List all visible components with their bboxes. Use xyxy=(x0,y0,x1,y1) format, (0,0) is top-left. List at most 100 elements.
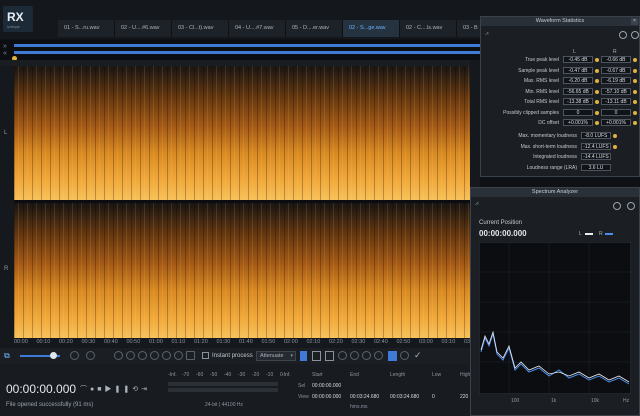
pencil-tool-icon[interactable]: ✓ xyxy=(414,350,422,361)
instant-process-checkbox[interactable] xyxy=(202,352,209,359)
loudness-label: Loudness range (LRA) xyxy=(526,164,577,171)
waveform-view-icon[interactable]: ⧉ xyxy=(4,351,14,361)
tab-5[interactable]: 02 - S...ge.wav xyxy=(343,20,400,37)
time-tick: 03:00 xyxy=(419,339,433,345)
zoom-fit-icon[interactable] xyxy=(150,351,159,360)
warning-icon xyxy=(633,121,637,125)
sel-start-field[interactable]: 00:00:00.000 xyxy=(312,383,341,389)
stat-value-right: -13.11 dB xyxy=(601,98,631,105)
zoom-in-icon[interactable] xyxy=(114,351,123,360)
pause-icon[interactable]: ❚❚ xyxy=(114,386,132,393)
tab-1[interactable]: 02 - U....#6.wav xyxy=(115,20,172,37)
magic-wand-icon[interactable] xyxy=(362,351,371,360)
loop-icon[interactable]: ⟲ xyxy=(132,386,141,393)
time-tick: 01:50 xyxy=(261,339,276,345)
pointer-tool-icon[interactable] xyxy=(388,351,397,361)
frequency-selection-tool-icon[interactable] xyxy=(312,351,321,361)
tab-4[interactable]: 05 - D....er.wav xyxy=(286,20,343,37)
channel-label-left: L xyxy=(4,130,8,136)
loudness-value: 3.6 LU xyxy=(581,163,611,171)
warning-icon xyxy=(595,58,599,62)
time-tick: 02:10 xyxy=(306,339,321,345)
skip-end-icon[interactable]: ⇥ xyxy=(141,386,150,393)
stat-value-right: +0.001% xyxy=(601,119,631,126)
play-icon[interactable]: ▶ xyxy=(104,386,114,393)
zoom-out-icon[interactable] xyxy=(126,351,135,360)
warning-icon xyxy=(595,121,599,125)
time-tick: 00:50 xyxy=(126,339,141,345)
stat-value-left: +0.001% xyxy=(563,119,593,126)
opacity-slider-handle[interactable] xyxy=(50,352,57,359)
spectrogram-left[interactable] xyxy=(14,66,470,200)
tool-options-icon[interactable] xyxy=(400,351,409,360)
waveform-stats-icon: ⩘ xyxy=(485,31,489,37)
zoom-magnify-icon[interactable] xyxy=(174,351,183,360)
warning-icon xyxy=(633,68,637,73)
warning-icon xyxy=(613,134,617,138)
stat-value-left: -6.20 dB xyxy=(563,77,593,84)
view-low-field[interactable]: 0 xyxy=(432,394,435,400)
loudness-label: Max. momentary loudness xyxy=(518,133,577,139)
legend-left-swatch xyxy=(585,233,593,235)
view-start-field[interactable]: 00:00:00.000 xyxy=(312,394,341,400)
audio-format: 24-bit | 44100 Hz xyxy=(205,402,243,408)
instant-process-mode-select[interactable]: Attenuate ▾ xyxy=(256,351,296,361)
tab-6[interactable]: 02 - C....ls.wav xyxy=(400,20,457,37)
loudness-value: -12.4 LUFS xyxy=(581,142,611,150)
level-meter-left xyxy=(168,382,278,386)
stat-value-left: -56.65 dB xyxy=(563,87,593,95)
col-right-header: R xyxy=(613,49,617,55)
transport-controls: ⌒●■▶❚❚⟲⇥ xyxy=(80,384,150,394)
time-tick: 01:20 xyxy=(194,339,208,345)
overview-wave-right xyxy=(14,51,480,54)
lasso-tool-icon[interactable] xyxy=(338,351,347,360)
tab-2[interactable]: 03 - Cl...t).wav xyxy=(172,20,229,37)
x-tick-1k: 1k xyxy=(551,398,557,404)
view-length-field[interactable]: 00:03:24.680 xyxy=(390,394,419,400)
tab-0[interactable]: 01 - S...ru.wav xyxy=(58,20,115,37)
start-header: Start xyxy=(312,372,323,378)
brush-tool-icon[interactable] xyxy=(350,351,359,360)
stat-value-right: -0.67 dB xyxy=(601,66,631,74)
harmonic-selection-icon[interactable] xyxy=(374,351,383,360)
time-selection-tool-icon[interactable] xyxy=(300,351,307,361)
time-tick: 02:00 xyxy=(284,339,298,345)
x-tick-10k: 10k xyxy=(591,398,600,404)
time-tick: 02:20 xyxy=(329,339,343,345)
frequency-gutter: L R xyxy=(0,66,14,338)
help-icon[interactable] xyxy=(631,31,639,39)
warning-icon xyxy=(595,110,599,115)
x-tick-hz: Hz xyxy=(623,398,630,404)
overview-zoom-icon[interactable]: » « xyxy=(3,43,10,57)
stat-label: Max. RMS level xyxy=(523,78,559,84)
waveform-statistics-title: Waveform Statistics xyxy=(481,17,639,26)
view-high-field[interactable]: 220 xyxy=(460,394,468,400)
time-unit-label: hms.ms xyxy=(350,404,368,410)
stat-label: Possibly clipped samples xyxy=(503,109,559,116)
close-icon[interactable]: × xyxy=(631,18,638,25)
channel-label-right: R xyxy=(4,266,9,272)
playback-settings-icon[interactable] xyxy=(86,351,95,360)
headphones-icon[interactable]: ⌒ xyxy=(80,386,90,393)
tab-3[interactable]: 04 - U....#7.wav xyxy=(229,20,286,37)
warning-icon xyxy=(633,58,637,62)
zoom-tool-icon[interactable] xyxy=(162,351,171,360)
stat-value-right: 0 xyxy=(601,108,631,116)
stat-value-right: -0.66 dB xyxy=(601,56,631,63)
stat-label: True peak level xyxy=(525,57,559,63)
zoom-selection-icon[interactable] xyxy=(138,351,147,360)
warning-icon xyxy=(633,89,637,94)
spectrogram-settings-icon[interactable] xyxy=(70,351,79,360)
spectrogram-right[interactable] xyxy=(14,203,470,338)
gear-icon[interactable] xyxy=(619,31,627,39)
view-end-field[interactable]: 00:03:24.680 xyxy=(350,394,379,400)
waveform-overview[interactable]: » « xyxy=(0,40,480,61)
time-tick: 01:10 xyxy=(171,339,186,345)
spectrum-help-icon[interactable] xyxy=(627,202,635,210)
warning-icon xyxy=(633,110,637,115)
col-left-header: L xyxy=(573,49,576,55)
time-frequency-selection-tool-icon[interactable] xyxy=(325,351,334,361)
spectrum-gear-icon[interactable] xyxy=(613,202,621,210)
time-tick: 00:20 xyxy=(59,339,73,345)
hand-tool-icon[interactable] xyxy=(186,351,195,360)
